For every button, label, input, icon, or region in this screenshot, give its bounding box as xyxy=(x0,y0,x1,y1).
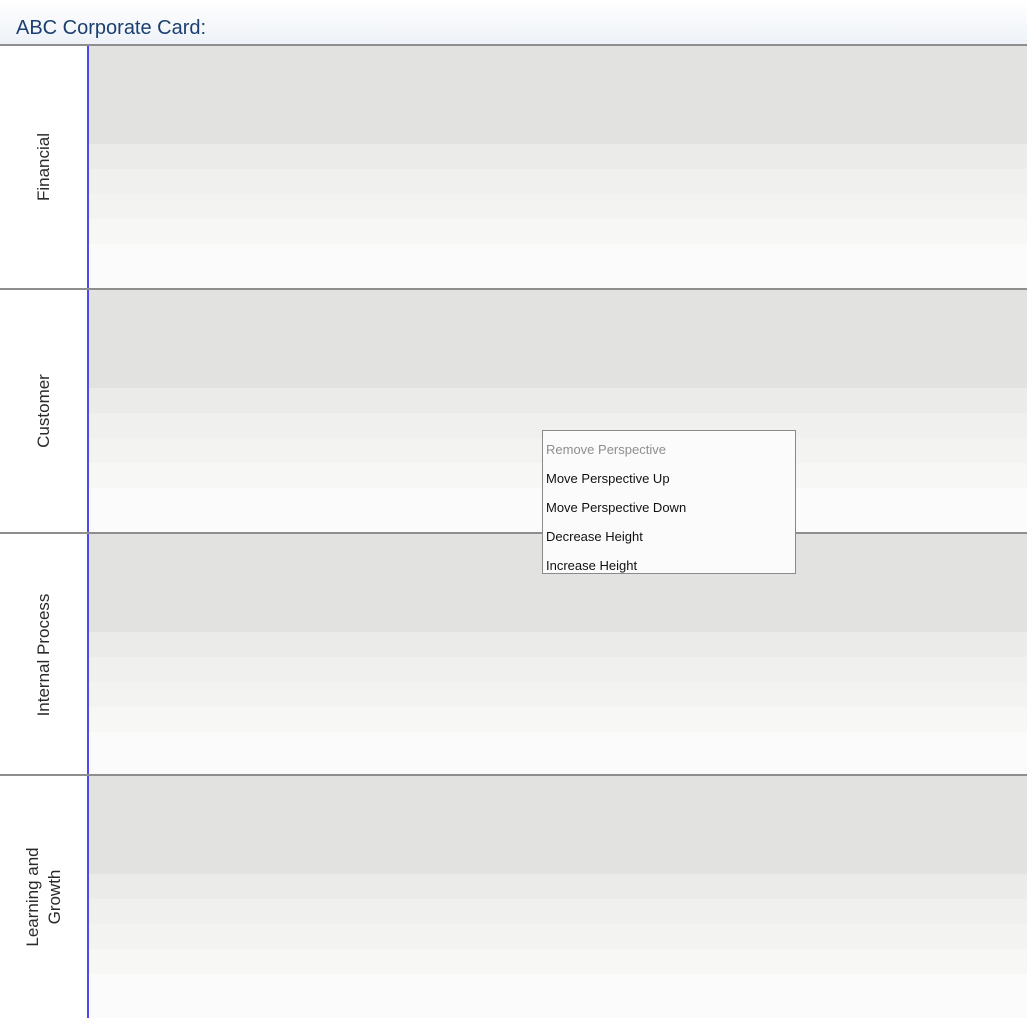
perspective-lane-learning-growth[interactable]: Learning and Growth xyxy=(0,774,1027,1018)
card-title: ABC Corporate Card: xyxy=(16,17,207,39)
perspective-body-financial[interactable] xyxy=(89,46,1027,288)
menu-item-remove-perspective: Remove Perspective xyxy=(546,442,666,457)
menu-item-move-perspective-down[interactable]: Move Perspective Down xyxy=(543,493,795,522)
perspective-header-learning-growth[interactable]: Learning and Growth xyxy=(0,776,89,1018)
menu-item-decrease-height[interactable]: Decrease Height xyxy=(543,522,795,551)
perspective-header-financial[interactable]: Financial xyxy=(0,46,89,288)
perspective-label: Customer xyxy=(33,374,53,448)
perspective-label: Financial xyxy=(33,132,53,202)
perspective-lane-customer[interactable]: Customer xyxy=(0,288,1027,532)
perspective-header-internal-process[interactable]: Internal Process xyxy=(0,534,89,776)
perspective-label: Internal Process xyxy=(33,593,53,717)
strategy-map-canvas: Financial Customer Internal Process Lear… xyxy=(0,44,1027,1018)
perspective-body-learning-growth[interactable] xyxy=(89,776,1027,1018)
menu-item-move-perspective-up[interactable]: Move Perspective Up xyxy=(543,464,795,493)
perspective-lane-internal-process[interactable]: Internal Process xyxy=(0,532,1027,776)
perspective-header-customer[interactable]: Customer xyxy=(0,290,89,532)
card-header: ABC Corporate Card: xyxy=(0,0,1027,44)
perspective-context-menu: Remove Perspective Move Perspective Up M… xyxy=(542,430,796,574)
menu-item-increase-height[interactable]: Increase Height xyxy=(543,551,795,580)
perspective-lane-financial[interactable]: Financial xyxy=(0,44,1027,288)
perspective-label: Learning and Growth xyxy=(22,847,64,947)
